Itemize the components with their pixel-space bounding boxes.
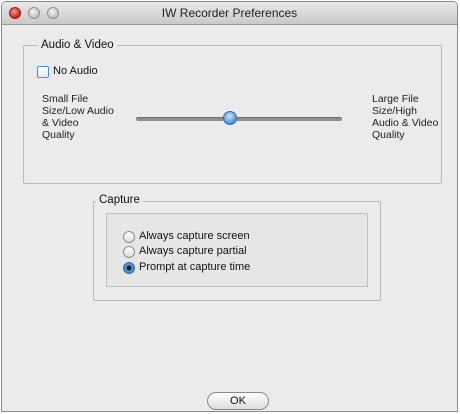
quality-slider-track[interactable]: [136, 117, 342, 121]
no-audio-checkbox[interactable]: [37, 66, 49, 78]
slider-min-label: Small File Size/Low Audio & Video Qualit…: [42, 93, 114, 141]
no-audio-label: No Audio: [53, 65, 98, 77]
ok-button[interactable]: OK: [207, 392, 269, 410]
capture-legend: Capture: [96, 194, 143, 206]
radio-prompt-at-capture-time[interactable]: [123, 262, 135, 274]
audio-video-legend: Audio & Video: [38, 39, 117, 51]
radio-always-capture-partial[interactable]: [123, 246, 135, 258]
quality-slider-knob[interactable]: [223, 111, 237, 125]
window-title: IW Recorder Preferences: [161, 6, 298, 20]
radio-always-capture-screen[interactable]: [123, 231, 135, 243]
slider-max-label: Large File Size/High Audio & Video Quali…: [372, 93, 439, 141]
title-bar[interactable]: IW Recorder Preferences: [2, 2, 457, 25]
always-capture-screen-label: Always capture screen: [139, 230, 250, 242]
prompt-at-capture-time-label: Prompt at capture time: [139, 261, 251, 273]
preferences-window: IW Recorder Preferences Audio & Video No…: [1, 1, 458, 412]
always-capture-partial-label: Always capture partial: [139, 245, 247, 257]
